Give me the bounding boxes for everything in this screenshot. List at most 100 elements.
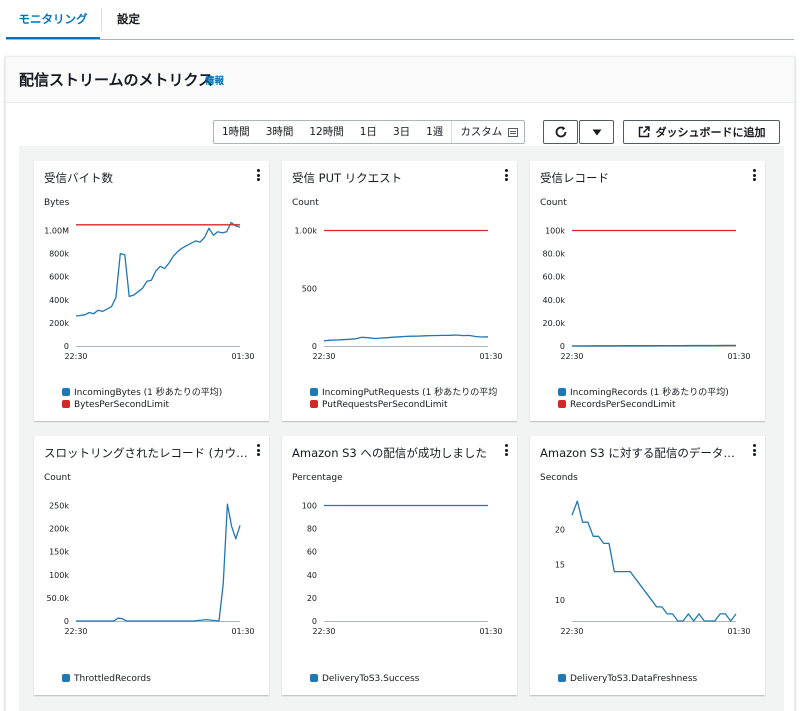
more-actions-icon[interactable]: [503, 169, 509, 183]
x-tick-label: 22:30: [64, 352, 87, 361]
calendar-icon: [508, 127, 519, 137]
line-chart-throttled-records: 0 50.0k 100k 150k 200k 250k 22:30 01:30: [47, 502, 255, 636]
x-tick-label: 22:30: [312, 627, 335, 636]
range-custom[interactable]: カスタム: [451, 121, 524, 143]
x-tick-label: 01:30: [479, 352, 502, 361]
legend-item[interactable]: RecordsPerSecondLimit: [558, 400, 676, 410]
y-tick-label: 80: [307, 525, 317, 534]
legend-swatch: [62, 400, 70, 408]
more-actions-icon[interactable]: [255, 169, 261, 183]
more-actions-icon[interactable]: [751, 444, 757, 458]
metric-card-throttled-records: スロットリングされたレコード (カウント) Count 0 50.0k 100k 15…: [34, 436, 269, 695]
range-3d[interactable]: 3日: [385, 121, 418, 143]
y-tick-label: 0: [64, 342, 69, 351]
metric-card-s3-delivery-success: Amazon S3 への配信が成功しました Percentage 0 20 40 60…: [282, 436, 517, 695]
tab-divider: [6, 39, 794, 40]
legend-item[interactable]: IncomingRecords (1 秒あたりの平均): [558, 385, 729, 398]
tab-monitoring[interactable]: モニタリング: [6, 0, 100, 40]
legend-item[interactable]: IncomingBytes (1 秒あたりの平均): [62, 385, 222, 398]
info-link[interactable]: 情報: [205, 73, 224, 87]
legend-label: IncomingRecords (1 秒あたりの平均): [570, 388, 729, 398]
metric-card-s3-data-freshness: Amazon S3 に対する配信のデータの鮮… Seconds 10 15 20 22…: [530, 436, 765, 695]
range-custom-label: カスタム: [460, 126, 503, 138]
y-tick-label: 40.0k: [543, 296, 566, 305]
legend-swatch: [558, 400, 566, 408]
legend-item[interactable]: IncomingPutRequests (1 秒あたりの平均: [310, 385, 497, 398]
x-tick-label: 22:30: [64, 627, 87, 636]
y-tick-label: 80.0k: [543, 250, 566, 259]
y-tick-label: 50.0k: [47, 594, 70, 603]
y-tick-label: 0: [560, 342, 565, 351]
add-to-dashboard-label: ダッシュボードに追加: [655, 126, 766, 139]
refresh-icon: [555, 126, 566, 138]
legend-item[interactable]: BytesPerSecondLimit: [62, 400, 169, 410]
y-tick-label: 15: [555, 561, 565, 570]
y-tick-label: 150k: [49, 548, 69, 557]
y-axis-unit: Count: [292, 198, 319, 208]
range-1d[interactable]: 1日: [352, 121, 385, 143]
y-axis-unit: Percentage: [292, 473, 343, 483]
x-tick-label: 01:30: [727, 627, 750, 636]
card-title: Amazon S3 に対する配信のデータの鮮…: [540, 446, 744, 460]
legend-label: DeliveryToS3.DataFreshness: [570, 674, 698, 684]
x-tick-label: 22:30: [312, 352, 335, 361]
legend-item[interactable]: ThrottledRecords: [62, 674, 151, 684]
y-tick-label: 100: [302, 502, 317, 511]
range-3h[interactable]: 3時間: [258, 121, 302, 143]
more-actions-icon[interactable]: [503, 444, 509, 458]
x-tick-label: 22:30: [560, 352, 583, 361]
x-tick-label: 22:30: [560, 627, 583, 636]
legend-swatch: [310, 388, 318, 396]
card-title: スロットリングされたレコード (カウント): [44, 446, 248, 460]
panel-header: 配信ストリームのメトリクス 情報: [6, 57, 794, 103]
line-chart-s3-delivery-success: 0 20 40 60 80 100 22:30 01:30: [302, 502, 503, 636]
y-tick-label: 100k: [49, 571, 69, 580]
y-tick-label: 800k: [49, 250, 69, 259]
y-tick-label: 20: [555, 525, 565, 534]
add-to-dashboard-button[interactable]: ダッシュボードに追加: [623, 120, 780, 144]
more-actions-icon[interactable]: [751, 169, 757, 183]
range-1h[interactable]: 1時間: [214, 121, 258, 143]
legend-label: RecordsPerSecondLimit: [570, 400, 676, 410]
legend-label: IncomingPutRequests (1 秒あたりの平均: [322, 388, 498, 398]
y-tick-label: 0: [312, 617, 317, 626]
y-tick-label: 60: [307, 548, 317, 557]
legend-swatch: [62, 674, 70, 682]
tab-bar: モニタリング 設定: [0, 0, 800, 42]
y-tick-label: 60.0k: [543, 273, 566, 282]
y-tick-label: 0: [312, 342, 317, 351]
refresh-options-dropdown[interactable]: [579, 120, 614, 144]
line-chart-incoming-bytes: 0 200k 400k 600k 800k 1.00M 22:30 01:30: [44, 221, 255, 361]
y-tick-label: 100k: [545, 227, 565, 236]
legend-label: DeliveryToS3.Success: [322, 674, 420, 684]
range-1w[interactable]: 1週: [418, 121, 451, 143]
legend-label: PutRequestsPerSecondLimit: [322, 400, 448, 410]
card-title: Amazon S3 への配信が成功しました: [292, 446, 487, 460]
legend-swatch: [558, 674, 566, 682]
legend-item[interactable]: PutRequestsPerSecondLimit: [310, 400, 448, 410]
y-tick-label: 20: [307, 594, 317, 603]
y-axis-unit: Bytes: [44, 198, 70, 208]
range-12h[interactable]: 12時間: [301, 121, 351, 143]
refresh-button[interactable]: [543, 120, 578, 144]
legend-swatch: [62, 388, 70, 396]
y-tick-label: 200k: [49, 525, 69, 534]
tab-settings[interactable]: 設定: [101, 8, 155, 32]
y-tick-label: 250k: [49, 502, 69, 511]
card-title: 受信 PUT リクエスト: [292, 171, 403, 185]
series-line: [76, 503, 241, 622]
x-tick-label: 01:30: [231, 627, 254, 636]
more-actions-icon[interactable]: [255, 444, 261, 458]
legend-item[interactable]: DeliveryToS3.DataFreshness: [558, 674, 697, 684]
metric-card-incoming-put-requests: 受信 PUT リクエスト Count 0 500 1.00k 22:30 01:30 I…: [282, 161, 517, 421]
metric-card-incoming-records: 受信レコード Count 0 20.0k 40.0k 60.0k 80.0k 100k 22…: [530, 161, 765, 421]
line-chart-incoming-records: 0 20.0k 40.0k 60.0k 80.0k 100k 22:30 01:30: [543, 227, 751, 361]
external-link-icon: [638, 126, 650, 138]
x-tick-label: 01:30: [727, 352, 750, 361]
legend-label: BytesPerSecondLimit: [74, 400, 170, 410]
y-tick-label: 200k: [49, 319, 69, 328]
panel-title: 配信ストリームのメトリクス: [19, 71, 214, 89]
x-tick-label: 01:30: [479, 627, 502, 636]
y-tick-label: 0: [64, 617, 69, 626]
legend-item[interactable]: DeliveryToS3.Success: [310, 674, 419, 684]
